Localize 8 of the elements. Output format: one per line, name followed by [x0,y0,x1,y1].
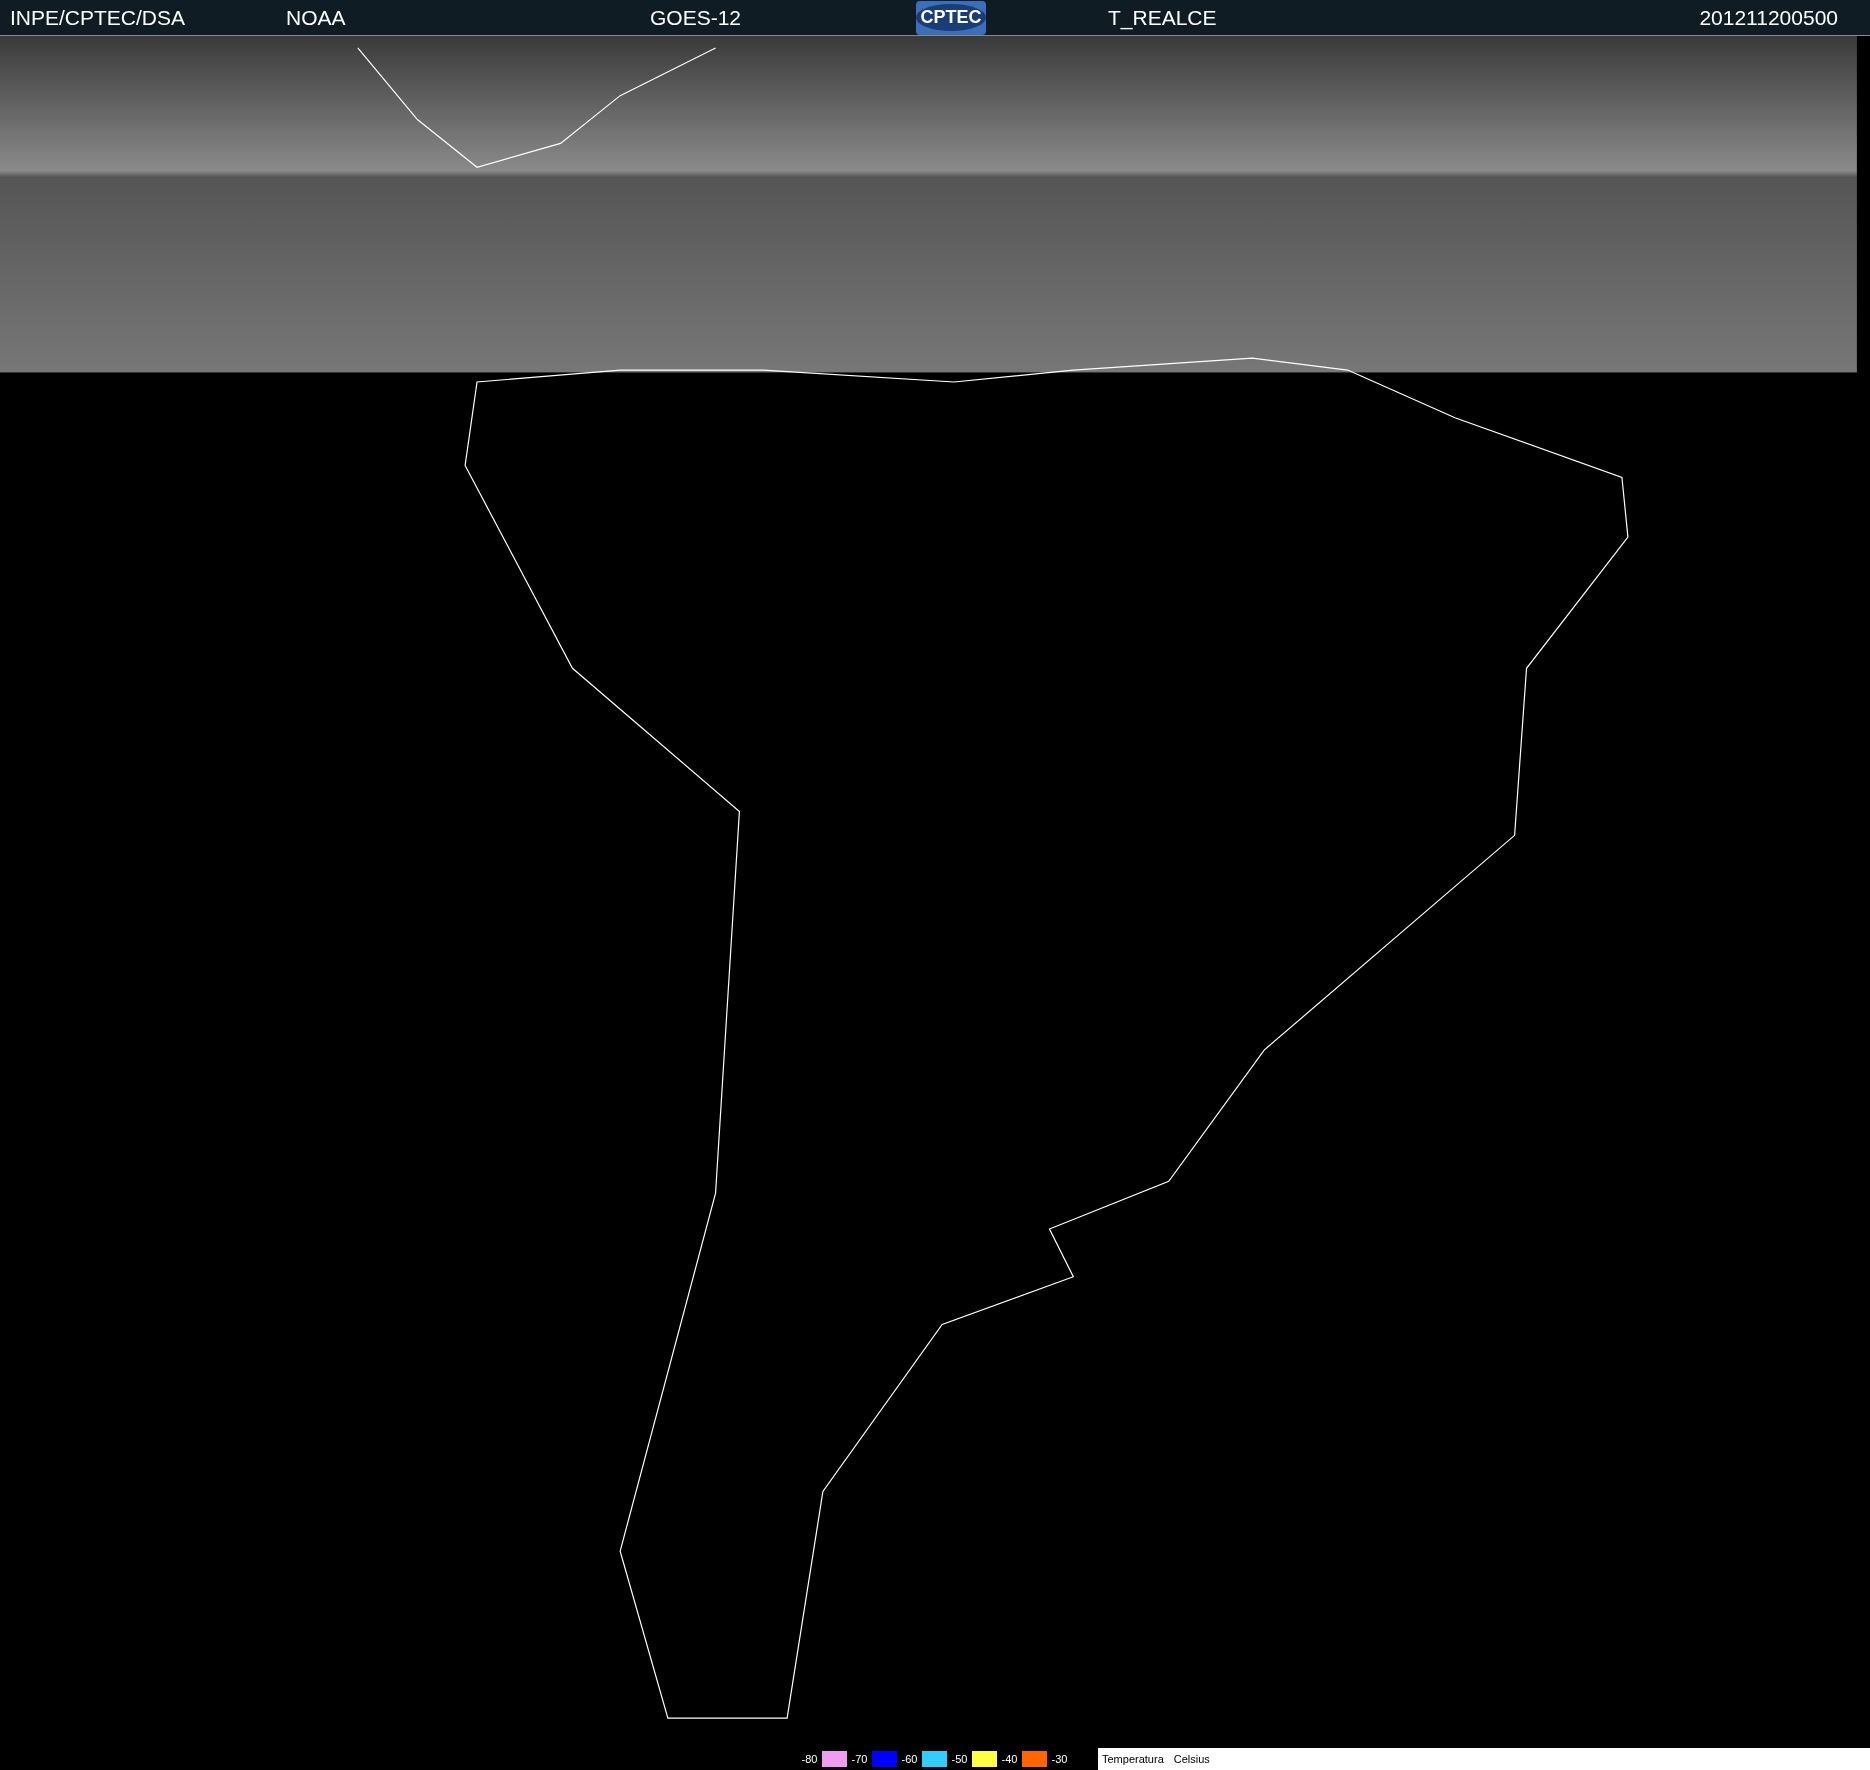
logo: CPTEC [916,0,986,35]
product-label: T_REALCE [1108,4,1217,32]
legend-caption: Temperatura [1102,1751,1164,1767]
header-label: NOAA [286,5,346,29]
legend-caption: Celsius [1173,1751,1210,1767]
timestamp: 201211200500 [1699,4,1839,31]
header-label: INPE/CPTEC/DSA [9,5,186,29]
header-label: GOES-12 [650,5,742,29]
